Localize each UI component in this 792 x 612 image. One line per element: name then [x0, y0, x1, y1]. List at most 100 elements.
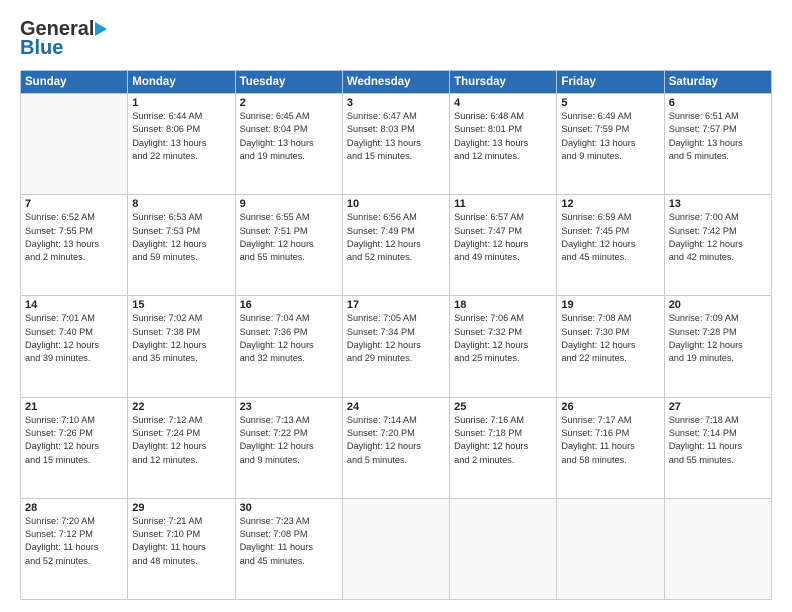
sun-info-line: and 55 minutes. [669, 454, 767, 467]
sun-info-line: Sunset: 7:34 PM [347, 326, 445, 339]
calendar-cell [664, 498, 771, 599]
sun-info-line: and 49 minutes. [454, 251, 552, 264]
calendar-cell: 30Sunrise: 7:23 AMSunset: 7:08 PMDayligh… [235, 498, 342, 599]
sun-info-line: Daylight: 12 hours [132, 440, 230, 453]
sun-info-line: and 5 minutes. [669, 150, 767, 163]
sun-info-line: and 52 minutes. [347, 251, 445, 264]
day-number: 26 [561, 401, 659, 413]
sun-info-line: and 29 minutes. [347, 352, 445, 365]
sun-info-line: Sunrise: 6:51 AM [669, 110, 767, 123]
sun-info-line: Sunrise: 6:45 AM [240, 110, 338, 123]
sun-info: Sunrise: 7:04 AMSunset: 7:36 PMDaylight:… [240, 312, 338, 365]
sun-info-line: Sunrise: 7:00 AM [669, 211, 767, 224]
calendar-cell: 6Sunrise: 6:51 AMSunset: 7:57 PMDaylight… [664, 94, 771, 195]
day-number: 7 [25, 198, 123, 210]
sun-info: Sunrise: 7:23 AMSunset: 7:08 PMDaylight:… [240, 515, 338, 568]
sun-info-line: and 39 minutes. [25, 352, 123, 365]
day-number: 6 [669, 97, 767, 109]
sun-info-line: Sunset: 7:57 PM [669, 123, 767, 136]
sun-info-line: and 52 minutes. [25, 555, 123, 568]
day-number: 9 [240, 198, 338, 210]
sun-info-line: Daylight: 12 hours [669, 238, 767, 251]
sun-info-line: Daylight: 12 hours [561, 339, 659, 352]
sun-info-line: Sunset: 7:36 PM [240, 326, 338, 339]
weekday-header-friday: Friday [557, 71, 664, 94]
sun-info-line: Sunrise: 7:14 AM [347, 414, 445, 427]
sun-info: Sunrise: 7:20 AMSunset: 7:12 PMDaylight:… [25, 515, 123, 568]
sun-info: Sunrise: 7:14 AMSunset: 7:20 PMDaylight:… [347, 414, 445, 467]
calendar-cell [21, 94, 128, 195]
sun-info-line: Sunset: 7:59 PM [561, 123, 659, 136]
sun-info-line: Sunset: 7:30 PM [561, 326, 659, 339]
sun-info: Sunrise: 7:21 AMSunset: 7:10 PMDaylight:… [132, 515, 230, 568]
sun-info: Sunrise: 6:49 AMSunset: 7:59 PMDaylight:… [561, 110, 659, 163]
sun-info-line: Sunrise: 7:13 AM [240, 414, 338, 427]
calendar-cell: 3Sunrise: 6:47 AMSunset: 8:03 PMDaylight… [342, 94, 449, 195]
calendar-cell: 25Sunrise: 7:16 AMSunset: 7:18 PMDayligh… [450, 397, 557, 498]
calendar-cell: 11Sunrise: 6:57 AMSunset: 7:47 PMDayligh… [450, 195, 557, 296]
calendar-cell: 13Sunrise: 7:00 AMSunset: 7:42 PMDayligh… [664, 195, 771, 296]
logo-blue-text: Blue [20, 37, 63, 60]
day-number: 17 [347, 299, 445, 311]
sun-info-line: and 22 minutes. [561, 352, 659, 365]
calendar-cell: 29Sunrise: 7:21 AMSunset: 7:10 PMDayligh… [128, 498, 235, 599]
sun-info: Sunrise: 6:51 AMSunset: 7:57 PMDaylight:… [669, 110, 767, 163]
day-number: 24 [347, 401, 445, 413]
sun-info-line: Daylight: 12 hours [240, 440, 338, 453]
sun-info-line: and 15 minutes. [347, 150, 445, 163]
sun-info-line: and 19 minutes. [669, 352, 767, 365]
sun-info-line: Daylight: 12 hours [454, 238, 552, 251]
sun-info-line: Sunset: 7:16 PM [561, 427, 659, 440]
sun-info-line: Daylight: 12 hours [132, 339, 230, 352]
day-number: 28 [25, 502, 123, 514]
logo: General Blue [20, 18, 107, 60]
sun-info-line: Daylight: 12 hours [347, 238, 445, 251]
sun-info-line: Sunset: 7:55 PM [25, 225, 123, 238]
sun-info-line: Sunrise: 7:23 AM [240, 515, 338, 528]
logo-arrow-icon [95, 22, 107, 36]
sun-info-line: Daylight: 12 hours [240, 238, 338, 251]
sun-info-line: Sunrise: 7:21 AM [132, 515, 230, 528]
sun-info-line: Sunset: 7:08 PM [240, 528, 338, 541]
calendar-cell [557, 498, 664, 599]
sun-info-line: Sunset: 7:22 PM [240, 427, 338, 440]
sun-info-line: Sunset: 7:47 PM [454, 225, 552, 238]
weekday-header-monday: Monday [128, 71, 235, 94]
sun-info-line: Sunrise: 7:16 AM [454, 414, 552, 427]
calendar-cell: 4Sunrise: 6:48 AMSunset: 8:01 PMDaylight… [450, 94, 557, 195]
sun-info-line: Sunset: 8:01 PM [454, 123, 552, 136]
sun-info-line: and 25 minutes. [454, 352, 552, 365]
sun-info-line: and 5 minutes. [347, 454, 445, 467]
calendar-cell: 20Sunrise: 7:09 AMSunset: 7:28 PMDayligh… [664, 296, 771, 397]
sun-info-line: Daylight: 11 hours [25, 541, 123, 554]
calendar-cell: 9Sunrise: 6:55 AMSunset: 7:51 PMDaylight… [235, 195, 342, 296]
sun-info-line: Sunset: 7:53 PM [132, 225, 230, 238]
calendar-cell: 10Sunrise: 6:56 AMSunset: 7:49 PMDayligh… [342, 195, 449, 296]
day-number: 22 [132, 401, 230, 413]
day-number: 11 [454, 198, 552, 210]
weekday-header-sunday: Sunday [21, 71, 128, 94]
sun-info: Sunrise: 7:08 AMSunset: 7:30 PMDaylight:… [561, 312, 659, 365]
sun-info: Sunrise: 7:18 AMSunset: 7:14 PMDaylight:… [669, 414, 767, 467]
sun-info-line: Sunrise: 6:53 AM [132, 211, 230, 224]
sun-info-line: Sunrise: 7:01 AM [25, 312, 123, 325]
day-number: 18 [454, 299, 552, 311]
calendar-cell: 15Sunrise: 7:02 AMSunset: 7:38 PMDayligh… [128, 296, 235, 397]
calendar-cell: 17Sunrise: 7:05 AMSunset: 7:34 PMDayligh… [342, 296, 449, 397]
sun-info: Sunrise: 7:13 AMSunset: 7:22 PMDaylight:… [240, 414, 338, 467]
sun-info-line: Sunrise: 6:48 AM [454, 110, 552, 123]
sun-info-line: Sunrise: 7:20 AM [25, 515, 123, 528]
calendar-week-4: 21Sunrise: 7:10 AMSunset: 7:26 PMDayligh… [21, 397, 772, 498]
sun-info-line: Sunset: 7:38 PM [132, 326, 230, 339]
sun-info-line: Sunset: 7:18 PM [454, 427, 552, 440]
day-number: 16 [240, 299, 338, 311]
sun-info-line: and 35 minutes. [132, 352, 230, 365]
sun-info-line: Sunrise: 7:02 AM [132, 312, 230, 325]
calendar-cell: 26Sunrise: 7:17 AMSunset: 7:16 PMDayligh… [557, 397, 664, 498]
sun-info-line: and 19 minutes. [240, 150, 338, 163]
sun-info: Sunrise: 7:06 AMSunset: 7:32 PMDaylight:… [454, 312, 552, 365]
sun-info-line: Daylight: 13 hours [454, 137, 552, 150]
sun-info: Sunrise: 7:12 AMSunset: 7:24 PMDaylight:… [132, 414, 230, 467]
calendar-cell: 1Sunrise: 6:44 AMSunset: 8:06 PMDaylight… [128, 94, 235, 195]
sun-info-line: Sunset: 7:20 PM [347, 427, 445, 440]
